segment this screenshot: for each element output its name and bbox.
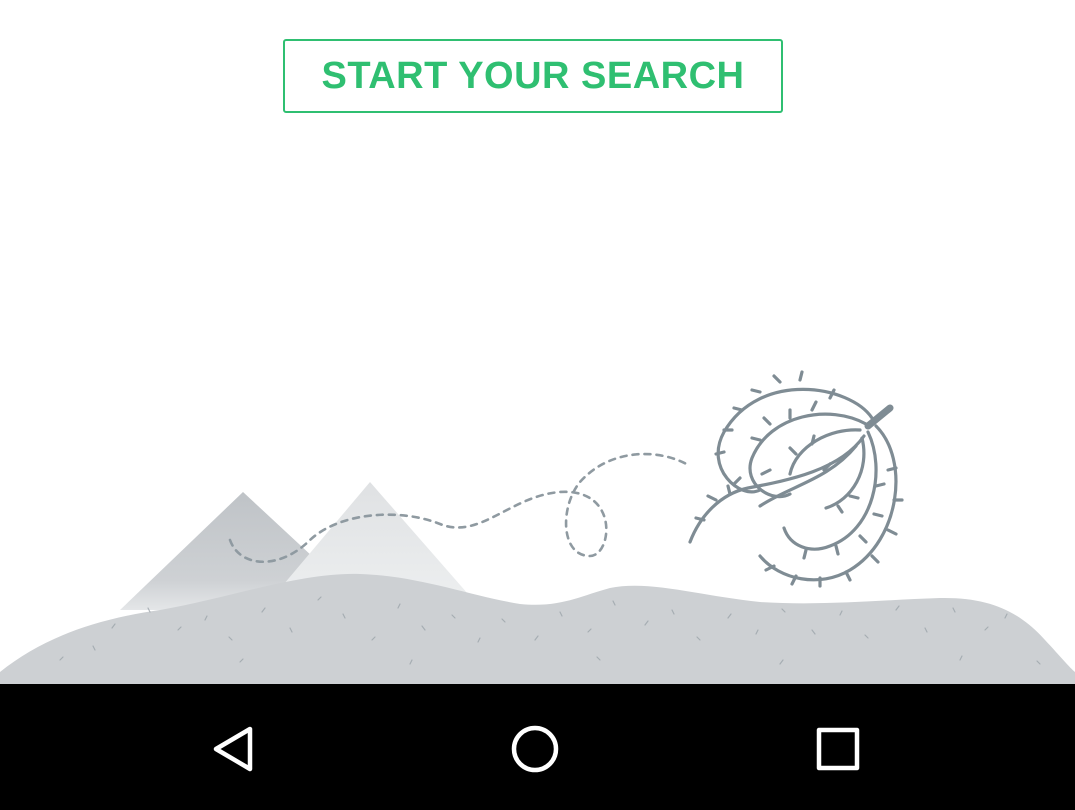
android-navigation-bar	[0, 684, 1075, 810]
back-triangle-icon	[213, 726, 253, 772]
tumbleweed-illustration	[0, 370, 1075, 684]
back-button[interactable]	[187, 704, 277, 794]
start-search-button[interactable]: START YOUR SEARCH	[283, 39, 783, 113]
empty-state-content: START YOUR SEARCH	[0, 0, 1075, 684]
app-screen: START YOUR SEARCH	[0, 0, 1075, 810]
recents-square-icon	[816, 727, 860, 771]
home-circle-icon	[511, 725, 559, 773]
tumbleweed	[688, 370, 904, 588]
recents-button[interactable]	[793, 704, 883, 794]
home-button[interactable]	[490, 704, 580, 794]
